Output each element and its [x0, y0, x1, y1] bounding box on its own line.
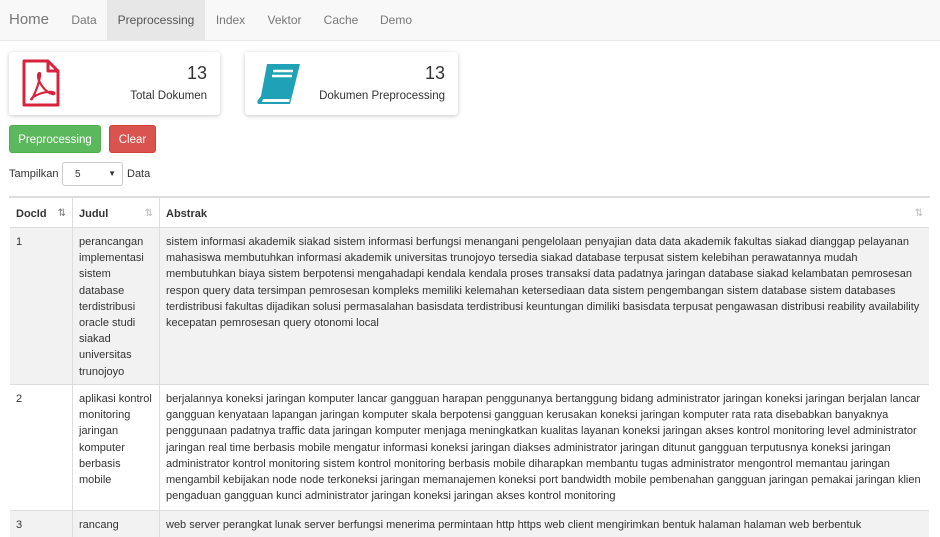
- table-row: 3 rancang web server perangkat lunak ser…: [10, 511, 929, 537]
- book-icon: [257, 62, 303, 109]
- dokumen-preprocessing-count: 13: [424, 63, 445, 83]
- navbar: Home Data Preprocessing Index Vektor Cac…: [0, 0, 940, 41]
- page-length-value: 5: [75, 169, 81, 180]
- cell-docid: 2: [10, 385, 73, 510]
- cell-judul: rancang: [73, 511, 160, 537]
- sort-icon: ⇅: [914, 208, 923, 219]
- stat-card-dokumen-preprocessing: 13 Dokumen Preprocessing: [245, 52, 458, 115]
- column-header-label: Judul: [79, 208, 109, 220]
- column-header-label: DocId: [16, 208, 47, 220]
- stat-card-total-dokumen: 13 Total Dokumen: [9, 52, 220, 115]
- column-header-abstrak[interactable]: Abstrak ⇅: [160, 197, 929, 227]
- nav-item-demo[interactable]: Demo: [369, 0, 423, 40]
- page-length-select[interactable]: 5 ▼: [62, 162, 123, 186]
- sort-icon: ⇅: [144, 208, 153, 219]
- cell-docid: 1: [10, 228, 73, 384]
- cell-abstrak: sistem informasi akademik siakad sistem …: [166, 236, 920, 330]
- brand-home-link[interactable]: Home: [9, 0, 49, 40]
- column-header-docid[interactable]: DocId ⇅: [10, 197, 73, 227]
- table-header-row: DocId ⇅ Judul ⇅ Abstrak ⇅: [10, 197, 929, 228]
- total-dokumen-label: Total Dokumen: [130, 90, 207, 102]
- nav-item-index[interactable]: Index: [205, 0, 256, 40]
- nav-item-cache[interactable]: Cache: [313, 0, 369, 40]
- cell-judul: perancangan implementasi sistem database…: [73, 228, 160, 384]
- column-header-judul[interactable]: Judul ⇅: [73, 197, 160, 227]
- sort-asc-icon: ⇅: [57, 208, 66, 219]
- cell-abstrak: web server perangkat lunak server berfun…: [166, 519, 862, 531]
- table-row: 2 aplikasi kontrol monitoring jaringan k…: [10, 385, 929, 511]
- nav-item-vektor[interactable]: Vektor: [256, 0, 313, 40]
- preprocessing-button[interactable]: Preprocessing: [9, 125, 101, 153]
- nav-item-preprocessing[interactable]: Preprocessing: [107, 0, 205, 40]
- column-header-label: Abstrak: [166, 208, 207, 220]
- total-dokumen-count: 13: [186, 63, 207, 83]
- table-row: 1 perancangan implementasi sistem databa…: [10, 228, 929, 385]
- length-suffix-label: Data: [127, 168, 151, 180]
- nav-item-data[interactable]: Data: [62, 0, 106, 40]
- length-prefix-label: Tampilkan: [9, 168, 59, 180]
- clear-button[interactable]: Clear: [109, 125, 156, 153]
- cell-abstrak: berjalannya koneksi jaringan komputer la…: [166, 393, 921, 503]
- chevron-down-icon: ▼: [108, 169, 116, 178]
- cell-docid: 3: [10, 511, 73, 537]
- documents-table: DocId ⇅ Judul ⇅ Abstrak ⇅ 1 perancangan …: [9, 196, 930, 537]
- pdf-file-icon: [21, 59, 61, 110]
- cell-judul: aplikasi kontrol monitoring jaringan kom…: [73, 385, 160, 510]
- dokumen-preprocessing-label: Dokumen Preprocessing: [319, 90, 445, 102]
